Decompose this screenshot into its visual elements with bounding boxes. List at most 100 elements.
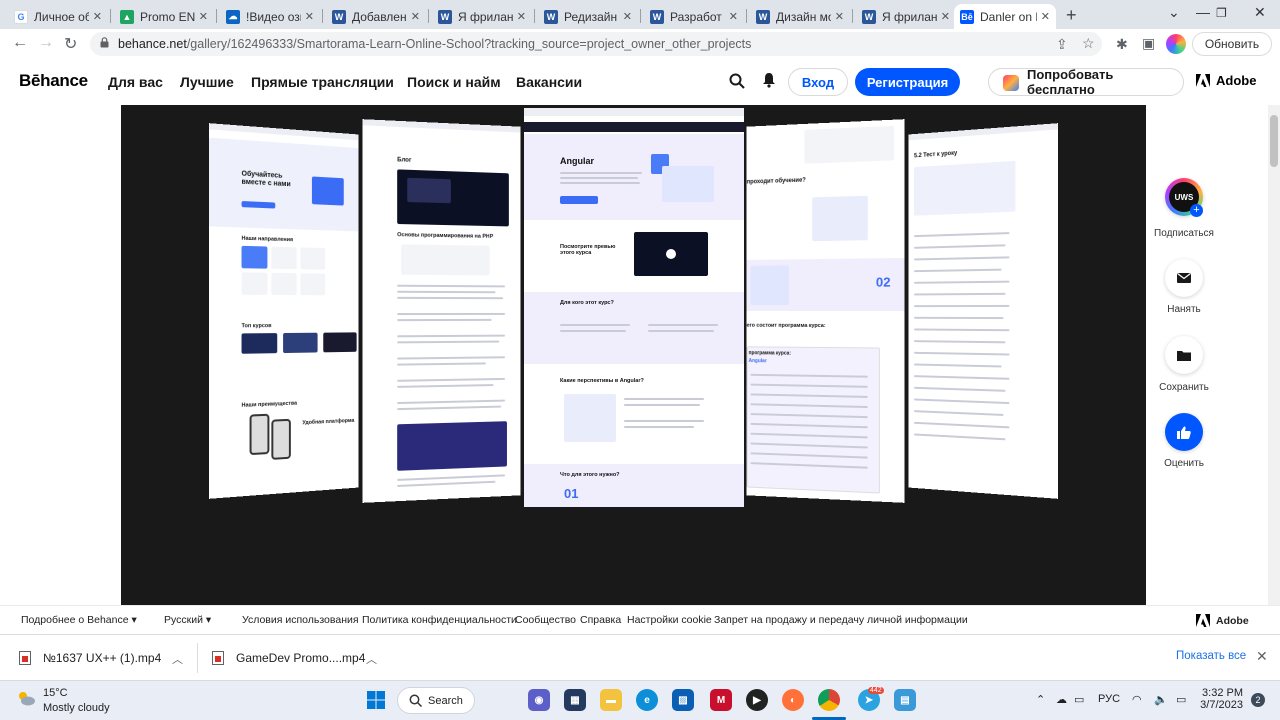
save-label[interactable]: Сохранить xyxy=(1159,382,1209,393)
windows-start-icon[interactable] xyxy=(367,691,385,709)
footer-help[interactable]: Справка xyxy=(580,614,621,626)
close-icon[interactable]: ✕ xyxy=(199,10,208,23)
partly-cloudy-icon[interactable] xyxy=(16,690,36,706)
close-icon[interactable]: ✕ xyxy=(623,10,632,23)
tab-9[interactable]: W Я фриланс ✕ xyxy=(856,4,956,29)
display-icon[interactable]: ▭ xyxy=(1074,693,1084,706)
minimize-icon[interactable]: — xyxy=(1196,4,1210,20)
notepad-icon[interactable]: ▤ xyxy=(894,689,916,711)
rate-label[interactable]: Оценить xyxy=(1164,458,1204,469)
language-indicator[interactable]: РУС xyxy=(1098,693,1120,705)
bookmark-star-icon[interactable]: ☆ xyxy=(1082,35,1095,52)
teams-chat-icon[interactable]: ◉ xyxy=(528,689,550,711)
chevron-down-icon[interactable]: ⌄ xyxy=(1168,4,1180,21)
forward-icon[interactable]: → xyxy=(38,34,54,52)
subscribe-label[interactable]: Подписаться xyxy=(1154,228,1214,239)
store-icon[interactable]: ▦ xyxy=(564,689,586,711)
mcafee-icon[interactable]: M xyxy=(710,689,732,711)
taskbar-search[interactable]: Search xyxy=(397,687,475,714)
language-select[interactable]: Русский ▾ xyxy=(164,614,211,626)
show-all-downloads[interactable]: Показать все xyxy=(1176,650,1246,662)
close-icon[interactable]: ✕ xyxy=(305,10,314,23)
download-item[interactable]: GameDev Promo....mp4 xyxy=(212,635,365,681)
close-icon[interactable]: ✕ xyxy=(941,10,950,23)
lock-icon[interactable] xyxy=(100,37,109,48)
update-button[interactable]: Обновить xyxy=(1192,32,1272,56)
hire-button[interactable] xyxy=(1165,259,1203,297)
footer-cookie[interactable]: Настройки cookie xyxy=(627,614,712,626)
reload-icon[interactable]: ↻ xyxy=(64,34,77,54)
side-panel-icon[interactable]: ▣ xyxy=(1142,35,1155,52)
try-free-button[interactable]: Попробовать бесплатно xyxy=(988,68,1184,96)
media-player-icon[interactable]: ▶ xyxy=(746,689,768,711)
tab-10-active[interactable]: Bē Danler on E ✕ xyxy=(954,4,1056,29)
edge-icon[interactable]: e xyxy=(636,689,658,711)
close-icon[interactable]: ✕ xyxy=(411,10,420,23)
nav-best[interactable]: Лучшие xyxy=(180,74,234,90)
register-button[interactable]: Регистрация xyxy=(855,68,960,96)
close-window-icon[interactable]: ✕ xyxy=(1254,4,1266,21)
download-item[interactable]: №1637 UX++ (1).mp4 xyxy=(19,635,161,681)
back-icon[interactable]: ← xyxy=(12,34,28,52)
close-icon[interactable]: ✕ xyxy=(517,10,526,23)
tab-3[interactable]: ☁ !Видео озв ✕ xyxy=(220,4,320,29)
close-icon[interactable]: ✕ xyxy=(835,10,844,23)
behance-logo[interactable]: Bēhance xyxy=(19,71,88,91)
chevron-up-icon[interactable]: ⌃ xyxy=(1036,693,1045,706)
adobe-link[interactable]: Adobe xyxy=(1196,73,1256,88)
restore-icon[interactable]: ❐ xyxy=(1216,6,1227,20)
share-icon[interactable]: ⇪ xyxy=(1056,36,1068,53)
extensions-puzzle-icon[interactable]: ✱ xyxy=(1116,36,1128,53)
firefox-icon[interactable]: ◐ xyxy=(782,689,804,711)
plus-icon[interactable]: + xyxy=(1190,204,1203,217)
close-icon[interactable]: ✕ xyxy=(93,10,102,23)
nav-livestreams[interactable]: Прямые трансляции xyxy=(251,74,394,90)
address-bar-row: ← → ↻ behance.net/gallery/162496333/Smar… xyxy=(0,29,1280,59)
tab-2[interactable]: ▲ Promo ENG ✕ xyxy=(114,4,214,29)
weather-temperature[interactable]: 15°C xyxy=(43,687,68,699)
page-scrollbar[interactable] xyxy=(1268,105,1280,605)
appreciate-button[interactable] xyxy=(1165,413,1203,451)
close-icon[interactable]: ✕ xyxy=(729,10,738,23)
footer-community[interactable]: Сообщество xyxy=(515,614,576,626)
chevron-up-icon[interactable]: ︿ xyxy=(172,651,183,667)
hire-label[interactable]: Нанять xyxy=(1167,304,1201,315)
tab-4[interactable]: W Добавлени ✕ xyxy=(326,4,426,29)
nav-jobs[interactable]: Вакансии xyxy=(516,74,582,90)
clock[interactable]: 3:32 PM 3/7/2023 xyxy=(1199,687,1243,711)
tab-1[interactable]: G Личное об ✕ xyxy=(8,4,108,29)
notification-badge[interactable]: 2 xyxy=(1251,693,1265,707)
file-explorer-icon[interactable]: ▬ xyxy=(600,689,622,711)
weather-description[interactable]: Mostly cloudy xyxy=(43,702,110,714)
tab-6[interactable]: W Редизайн б ✕ xyxy=(538,4,638,29)
chrome-icon[interactable] xyxy=(818,689,840,711)
search-icon[interactable] xyxy=(729,73,745,89)
tab-7[interactable]: W Разработ ✕ xyxy=(644,4,744,29)
login-button[interactable]: Вход xyxy=(788,68,848,96)
tab-5[interactable]: W Я фриланс ✕ xyxy=(432,4,532,29)
footer-terms[interactable]: Условия использования xyxy=(242,614,359,626)
new-tab-icon[interactable]: + xyxy=(1066,5,1077,26)
close-icon[interactable]: ✕ xyxy=(1256,648,1268,665)
url-field[interactable]: behance.net/gallery/162496333/Smartorama… xyxy=(90,32,1102,56)
save-button[interactable] xyxy=(1165,336,1203,374)
footer-adobe[interactable]: Adobe xyxy=(1196,614,1249,627)
footer-do-not-sell[interactable]: Запрет на продажу и передачу личной инфо… xyxy=(714,614,968,626)
volume-icon[interactable]: 🔈 xyxy=(1154,693,1168,706)
battery-icon[interactable]: ▭ xyxy=(1176,693,1186,706)
tab-8[interactable]: W Дизайн мо ✕ xyxy=(750,4,850,29)
close-icon[interactable]: ✕ xyxy=(1041,10,1050,23)
scrollbar-thumb[interactable] xyxy=(1270,115,1278,167)
nav-for-you[interactable]: Для вас xyxy=(108,74,163,90)
profile-avatar-icon[interactable] xyxy=(1166,34,1186,54)
wifi-icon[interactable]: ◠ xyxy=(1132,693,1142,706)
chevron-up-icon[interactable]: ︿ xyxy=(366,651,377,667)
url-text: behance.net/gallery/162496333/Smartorama… xyxy=(118,37,751,51)
cloud-icon[interactable]: ☁ xyxy=(1056,693,1067,706)
more-about-behance[interactable]: Подробнее о Behance ▾ xyxy=(21,614,137,626)
app-icon[interactable]: ▨ xyxy=(672,689,694,711)
project-image[interactable]: Обучайтесь вместе с нами Наши направлени… xyxy=(121,105,1146,605)
footer-privacy[interactable]: Политика конфиденциальности xyxy=(362,614,517,626)
nav-search-hire[interactable]: Поиск и найм xyxy=(407,74,501,90)
bell-icon[interactable] xyxy=(762,72,776,88)
